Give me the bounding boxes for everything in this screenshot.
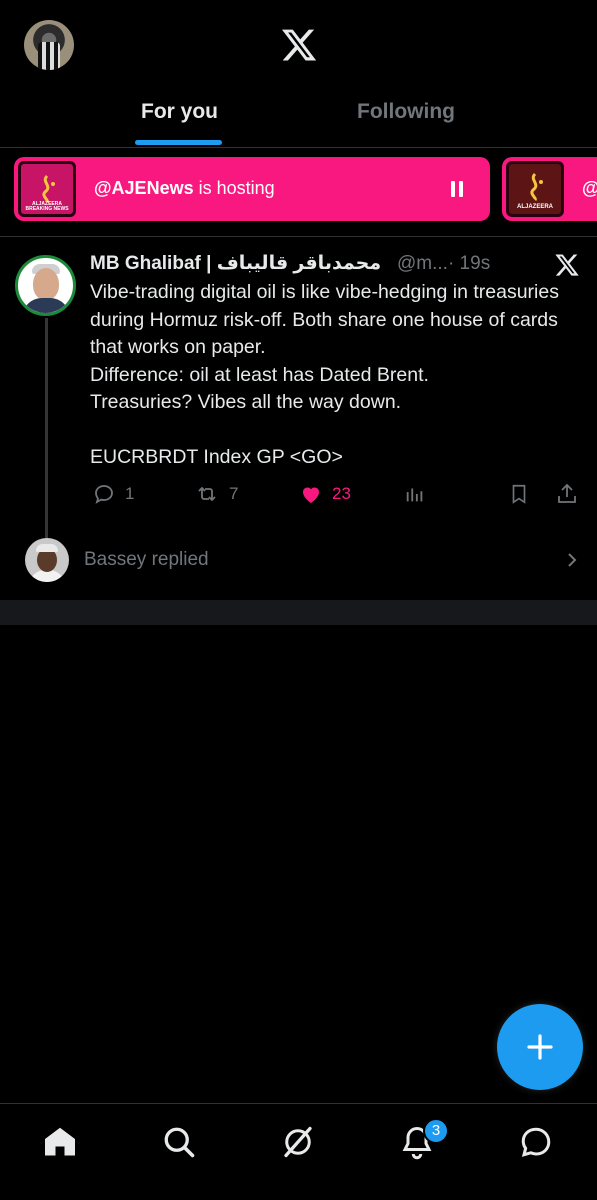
chevron-right-icon[interactable] [565,552,579,568]
tab-following[interactable]: Following [357,100,455,124]
space-thumb-label: ALJAZEERA BREAKING NEWS [25,201,69,212]
views-button[interactable] [404,482,426,506]
space-thumb-label-2: ALJAZEERA [516,204,553,210]
divider [0,236,597,237]
compose-button[interactable] [497,1004,583,1090]
grok-icon[interactable] [280,1124,316,1160]
pause-icon[interactable] [450,181,464,197]
space-host-text: @AJENews is hosting [94,178,275,199]
author-name[interactable]: MB Ghalibaf | محمدباقر قالیباف [90,252,381,275]
aljazeera-logo-icon [530,172,543,202]
space-host-handle: @AJENews [94,178,194,198]
messages-icon[interactable] [518,1124,554,1160]
plus-icon [527,1034,553,1060]
share-icon [558,483,576,503]
x-badge-icon[interactable] [554,252,580,278]
profile-avatar[interactable] [24,20,74,70]
bottom-navigation: 3 [0,1103,597,1200]
author-avatar[interactable] [15,255,76,316]
heart-filled-icon [303,487,319,503]
repost-button[interactable]: 7 [193,482,238,506]
replier-avatar[interactable] [25,538,69,582]
reply-count: 1 [125,484,135,503]
notifications-badge: 3 [423,1118,449,1144]
live-space-card-2[interactable]: ALJAZEERA @ [502,157,597,221]
author-handle-time[interactable]: @m...· 19s [397,253,490,275]
share-button[interactable] [555,482,579,506]
replied-text[interactable]: Bassey replied [84,549,209,571]
x-logo-icon [281,29,317,61]
home-icon[interactable] [42,1124,78,1160]
aljazeera-logo-icon [42,174,55,204]
post-time: · 19s [447,253,491,274]
search-icon[interactable] [161,1124,197,1160]
reply-icon [95,485,113,504]
feed-tabs: For you Following [0,88,597,148]
top-header: For you Following [0,0,597,150]
author-handle: @m... [397,253,448,274]
space-host-avatar: ALJAZEERA BREAKING NEWS [18,161,76,217]
repost-count: 7 [229,484,239,503]
like-count: 23 [332,484,351,503]
space-host-handle-2: @ [582,178,597,199]
tab-for-you[interactable]: For you [141,100,218,124]
bookmark-button[interactable] [508,482,530,506]
thread-line [45,318,48,540]
section-separator [0,600,597,625]
analytics-icon [406,488,423,502]
like-button[interactable]: 23 [298,482,351,506]
space-host-suffix: is hosting [193,178,275,198]
active-tab-indicator [135,140,222,145]
space-host-avatar-2: ALJAZEERA [506,161,564,217]
live-space-card[interactable]: ALJAZEERA BREAKING NEWS @AJENews is host… [14,157,490,221]
reply-button[interactable]: 1 [91,482,134,506]
repost-icon [198,486,216,502]
bookmark-icon [512,484,526,504]
post-text: Vibe-trading digital oil is like vibe-he… [90,281,559,468]
